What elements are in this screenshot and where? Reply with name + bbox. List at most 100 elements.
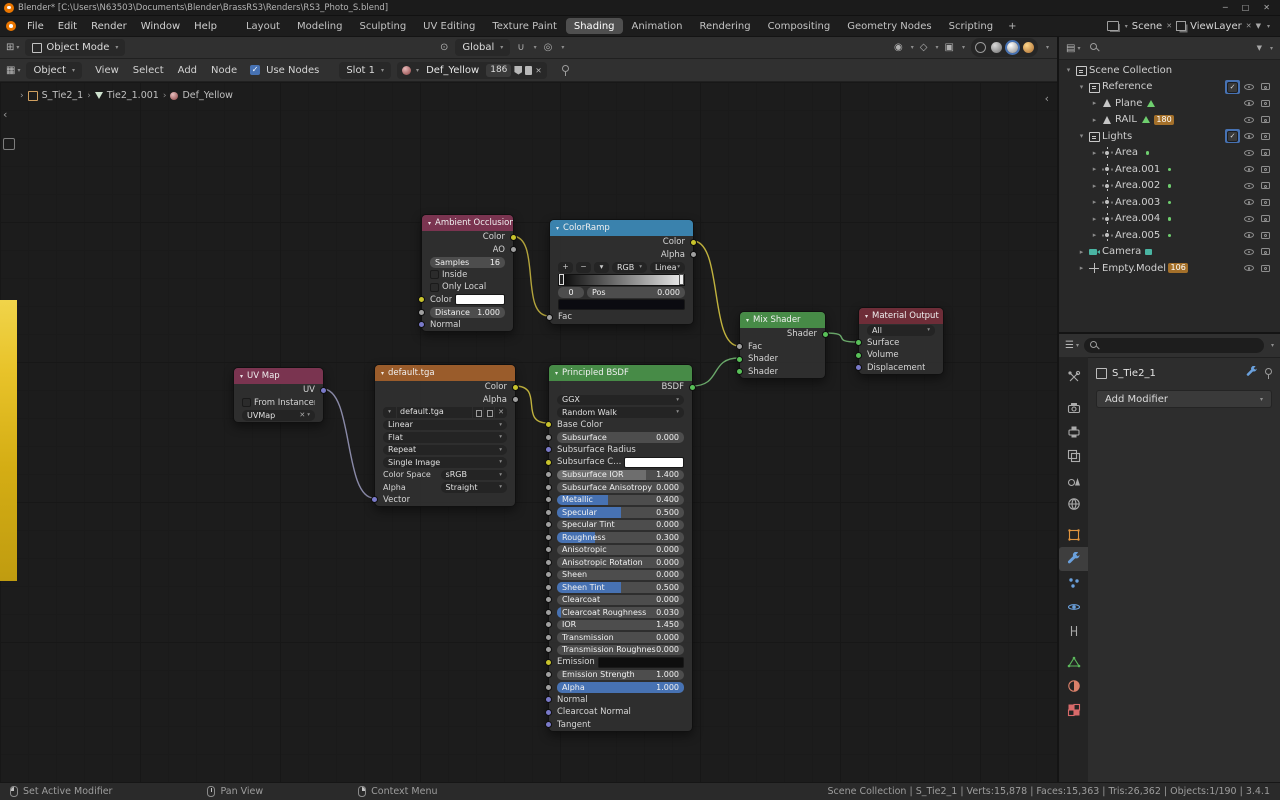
breadcrumb-item-def-yellow[interactable]: Def_Yellow [182,90,233,101]
output-socket[interactable] [512,383,519,391]
collapse-node-icon[interactable]: ▾ [746,317,749,324]
visibility-icon[interactable]: ◉ [894,42,903,53]
ramp-index-field[interactable]: 0 [558,287,584,298]
node-row-default-tga[interactable]: ▾ default.tga ✕ [375,406,515,419]
outliner-row-camera[interactable]: ▸ Camera [1059,244,1280,261]
overlays-icon[interactable]: ▣ [945,42,954,53]
shading-wire-button[interactable] [974,42,986,53]
value-slider[interactable]: Specular 0.500 [557,507,684,518]
node-row-pos[interactable]: 0 Pos 0.000 [550,286,693,299]
properties-tab-tool[interactable] [1059,365,1088,389]
expand-icon[interactable]: ▸ [1076,264,1087,272]
value-slider[interactable]: Alpha 1.000 [557,682,684,693]
fake-user-shield-icon[interactable] [514,65,523,75]
input-socket[interactable] [545,696,552,703]
outliner-row-reference[interactable]: ▾ Reference [1059,79,1280,96]
scene-name[interactable]: Scene [1132,21,1163,32]
viewlayer-name[interactable]: ViewLayer [1190,21,1242,32]
outliner-row-rail[interactable]: ▸ RAIL 180 [1059,112,1280,129]
input-socket[interactable] [736,355,743,363]
value-slider[interactable]: Emission Strength 1.000 [557,669,684,680]
use-nodes-checkbox[interactable]: ✓ [250,65,261,75]
value-slider[interactable]: Subsurface 0.000 [557,432,684,443]
collapse-node-icon[interactable]: ▾ [865,313,868,320]
browse-material-icon[interactable]: ▾ [416,67,419,74]
input-socket[interactable] [545,571,552,578]
shading-solid-button[interactable] [990,42,1002,53]
workspace-tab-uv-editing[interactable]: UV Editing [415,18,483,34]
scene-browse-icon[interactable] [1106,21,1119,31]
hide-viewport-eye-icon[interactable] [1242,162,1257,176]
node-row-color[interactable]: Color [418,294,513,307]
output-socket[interactable] [690,251,697,258]
clear-icon[interactable]: ✕ [299,411,305,419]
remove-viewlayer-icon[interactable]: ✕ [1246,22,1252,30]
workspace-tab-sculpting[interactable]: Sculpting [351,18,414,34]
disable-render-camera-icon[interactable] [1259,146,1274,160]
shader-editor-type-button[interactable]: ▦ ▾ [6,65,20,76]
outliner-row-plane[interactable]: ▸ Plane [1059,95,1280,112]
color-swatch[interactable] [624,456,684,468]
input-socket[interactable] [545,521,552,528]
node-row-ggx[interactable]: GGX ▾ [549,394,692,407]
input-socket[interactable] [545,658,552,666]
value-slider[interactable]: Metallic 0.400 [557,494,684,505]
dropdown[interactable]: Single Image ▾ [383,457,507,468]
input-socket[interactable] [371,496,378,503]
breadcrumb-item-tie2-1-001[interactable]: Tie2_1.001 [107,90,159,101]
node-row-specular[interactable]: Specular 0.500 [545,506,692,519]
value-slider[interactable]: Roughness 0.300 [557,532,684,543]
proportional-edit-icon[interactable]: ◎ [544,42,553,53]
value-slider[interactable]: Specular Tint 0.000 [557,519,684,530]
dropdown[interactable]: Linear▾ [650,262,685,273]
input-socket[interactable] [545,721,552,728]
shader-node-editor[interactable]: ▾ UV Map UV From Instancer UVMap ✕ ▾ ▾ Ambient O… [0,82,1057,782]
outliner-row-area-002[interactable]: ▸ Area.002 [1059,178,1280,195]
output-socket[interactable] [512,396,519,403]
node-material-output[interactable]: ▾ Material Output All ▾ Surface Volume Displac… [855,307,944,375]
outliner-row-scene-collection[interactable]: ▾ Scene Collection [1059,62,1280,79]
snap-dropdown-icon[interactable]: ▾ [534,44,537,51]
input-socket[interactable] [545,421,552,428]
input-socket[interactable] [545,683,552,691]
workspace-tab-compositing[interactable]: Compositing [760,18,839,34]
node-row-random-walk[interactable]: Random Walk ▾ [549,406,692,419]
expand-icon[interactable]: ▸ [1089,99,1100,107]
shader-menu-node[interactable]: Node [204,63,244,78]
expand-icon[interactable]: ▾ [1076,83,1087,91]
ramp-position-field[interactable]: Pos 0.000 [587,287,685,298]
dropdown[interactable]: Random Walk ▾ [557,407,684,418]
collapse-node-icon[interactable]: ▾ [240,373,243,380]
input-socket[interactable] [546,313,553,321]
checkbox-icon[interactable] [1225,129,1240,144]
dropdown[interactable]: All ▾ [867,325,935,336]
expand-icon[interactable]: ▸ [1076,248,1087,256]
input-socket[interactable] [418,296,425,303]
properties-tab-particles[interactable] [1059,571,1088,595]
properties-options-icon[interactable]: ▾ [1271,342,1274,349]
unlink-material-icon[interactable]: ✕ [535,66,541,75]
input-socket[interactable] [545,471,552,478]
node-row-flat[interactable]: Flat ▾ [375,431,515,444]
magnet-icon[interactable]: ∪ [517,42,524,53]
output-socket[interactable] [690,238,697,246]
shader-menu-view[interactable]: View [88,63,126,78]
value-slider[interactable]: Transmission Roughness 0.000 [557,644,684,655]
disable-render-camera-icon[interactable] [1259,113,1274,127]
node-header-uv-map[interactable]: ▾ UV Map [234,368,323,384]
expand-icon[interactable]: ▸ [1089,149,1100,157]
hide-viewport-eye-icon[interactable] [1242,195,1257,209]
input-socket[interactable] [545,508,552,516]
properties-tab-object[interactable] [1059,523,1088,547]
collapse-node-icon[interactable]: ▾ [555,370,558,377]
blender-menu-icon[interactable] [6,21,16,31]
unlink-image-icon[interactable]: ✕ [495,407,507,418]
node-row-single-image[interactable]: Single Image ▾ [375,456,515,469]
input-socket[interactable] [855,351,862,359]
node-row-clearcoat[interactable]: Clearcoat 0.000 [545,594,692,607]
workspace-tab-animation[interactable]: Animation [624,18,691,34]
outliner-row-area-005[interactable]: ▸ Area.005 [1059,227,1280,244]
properties-pin-icon[interactable] [1264,367,1272,379]
properties-tab-view-layer[interactable] [1059,444,1088,468]
breadcrumb-expander-icon[interactable]: › [20,91,24,101]
